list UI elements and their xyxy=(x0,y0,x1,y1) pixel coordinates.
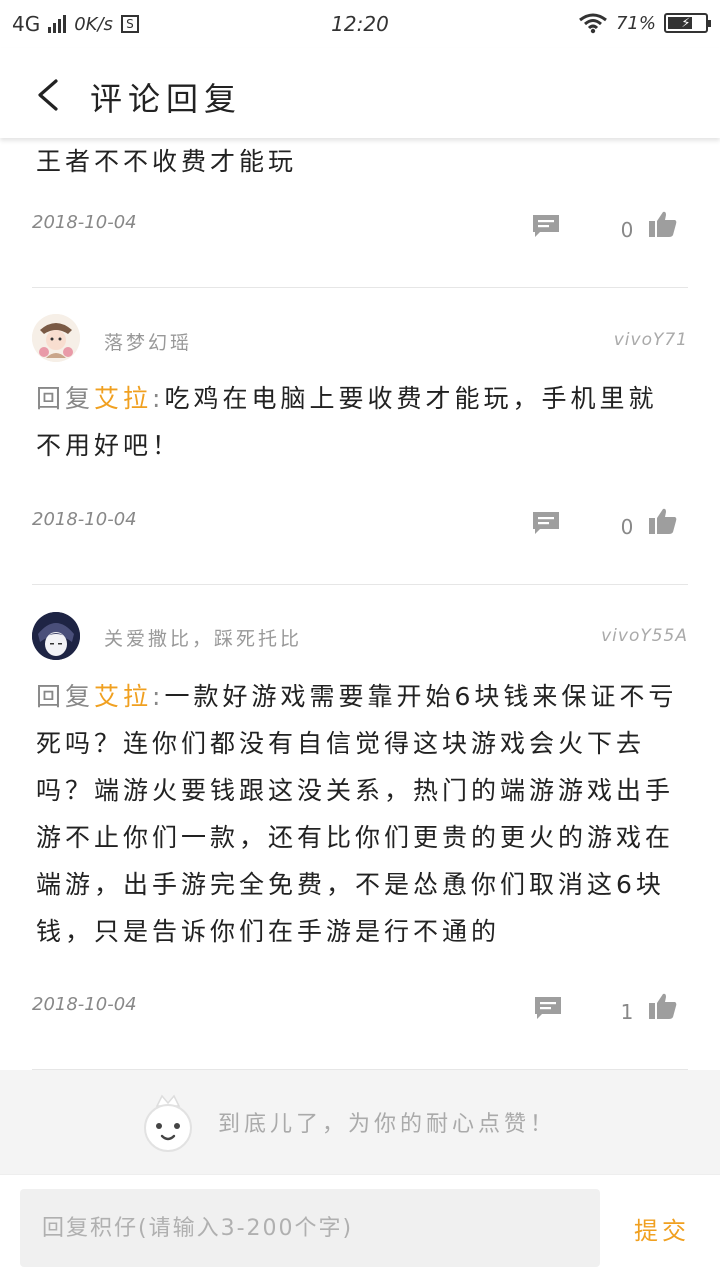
wifi-icon xyxy=(579,13,607,34)
device-label: vivoY71 xyxy=(613,330,688,350)
thumbs-up-icon[interactable] xyxy=(648,210,678,238)
avatar-image xyxy=(32,314,80,362)
submit-button[interactable]: 提交 xyxy=(620,1189,704,1267)
username[interactable]: 落梦幻瑶 xyxy=(104,328,192,355)
reply-icon[interactable] xyxy=(534,996,562,1020)
mention-link[interactable]: 艾拉 xyxy=(94,384,152,413)
device-label: vivoY55A xyxy=(601,626,688,646)
comment-text: 王者不不收费才能玩 xyxy=(36,147,298,176)
battery-icon: ⚡ xyxy=(664,13,711,33)
mention-colon: : xyxy=(152,384,165,413)
avatar[interactable] xyxy=(32,612,80,660)
thumbs-up-icon[interactable] xyxy=(648,507,678,535)
divider xyxy=(32,287,688,288)
end-message: 到底儿了，为你的耐心点赞！ xyxy=(218,1112,557,1137)
avatar[interactable] xyxy=(32,314,80,362)
divider xyxy=(32,584,688,585)
reply-prefix: 回复 xyxy=(36,682,95,711)
reply-body: 一款好游戏需要靠开始6块钱来保证不亏死吗？连你们都没有自信觉得这块游戏会火下去吗… xyxy=(36,682,678,946)
comment-text: 回复艾拉:吃鸡在电脑上要收费才能玩，手机里就不用好吧！ xyxy=(36,375,686,469)
comment-date: 2018-10-04 xyxy=(32,994,137,1015)
status-bar: 4G 0K/s S 12:20 71% ⚡ xyxy=(0,0,720,48)
like-count: 0 xyxy=(620,515,634,539)
like-count: 0 xyxy=(620,218,634,242)
reply-input[interactable] xyxy=(20,1189,600,1267)
reply-bar: 提交 xyxy=(0,1174,720,1281)
status-right: 71% ⚡ xyxy=(578,12,711,34)
battery-percent: 71% xyxy=(615,12,656,34)
comment-date: 2018-10-04 xyxy=(32,509,137,530)
end-of-list: 到底儿了，为你的耐心点赞！ xyxy=(0,1070,720,1174)
avatar-image xyxy=(32,612,80,660)
reply-icon[interactable] xyxy=(532,214,560,238)
mention-colon: : xyxy=(152,682,165,711)
comment-text: 回复艾拉:一款好游戏需要靠开始6块钱来保证不亏死吗？连你们都没有自信觉得这块游戏… xyxy=(36,673,686,955)
username[interactable]: 关爱撒比，踩死托比 xyxy=(104,624,302,651)
page-title: 评论回复 xyxy=(90,80,243,118)
chevron-left-icon[interactable] xyxy=(34,78,62,112)
thumbs-up-icon[interactable] xyxy=(648,992,678,1020)
like-count: 1 xyxy=(620,1000,634,1024)
app-header: 评论回复 xyxy=(0,48,720,138)
reply-icon[interactable] xyxy=(532,511,560,535)
reply-prefix: 回复 xyxy=(36,384,95,413)
mascot-icon xyxy=(144,1094,192,1152)
mention-link[interactable]: 艾拉 xyxy=(94,682,152,711)
comment-date: 2018-10-04 xyxy=(32,212,137,233)
charging-icon: ⚡ xyxy=(681,15,691,31)
